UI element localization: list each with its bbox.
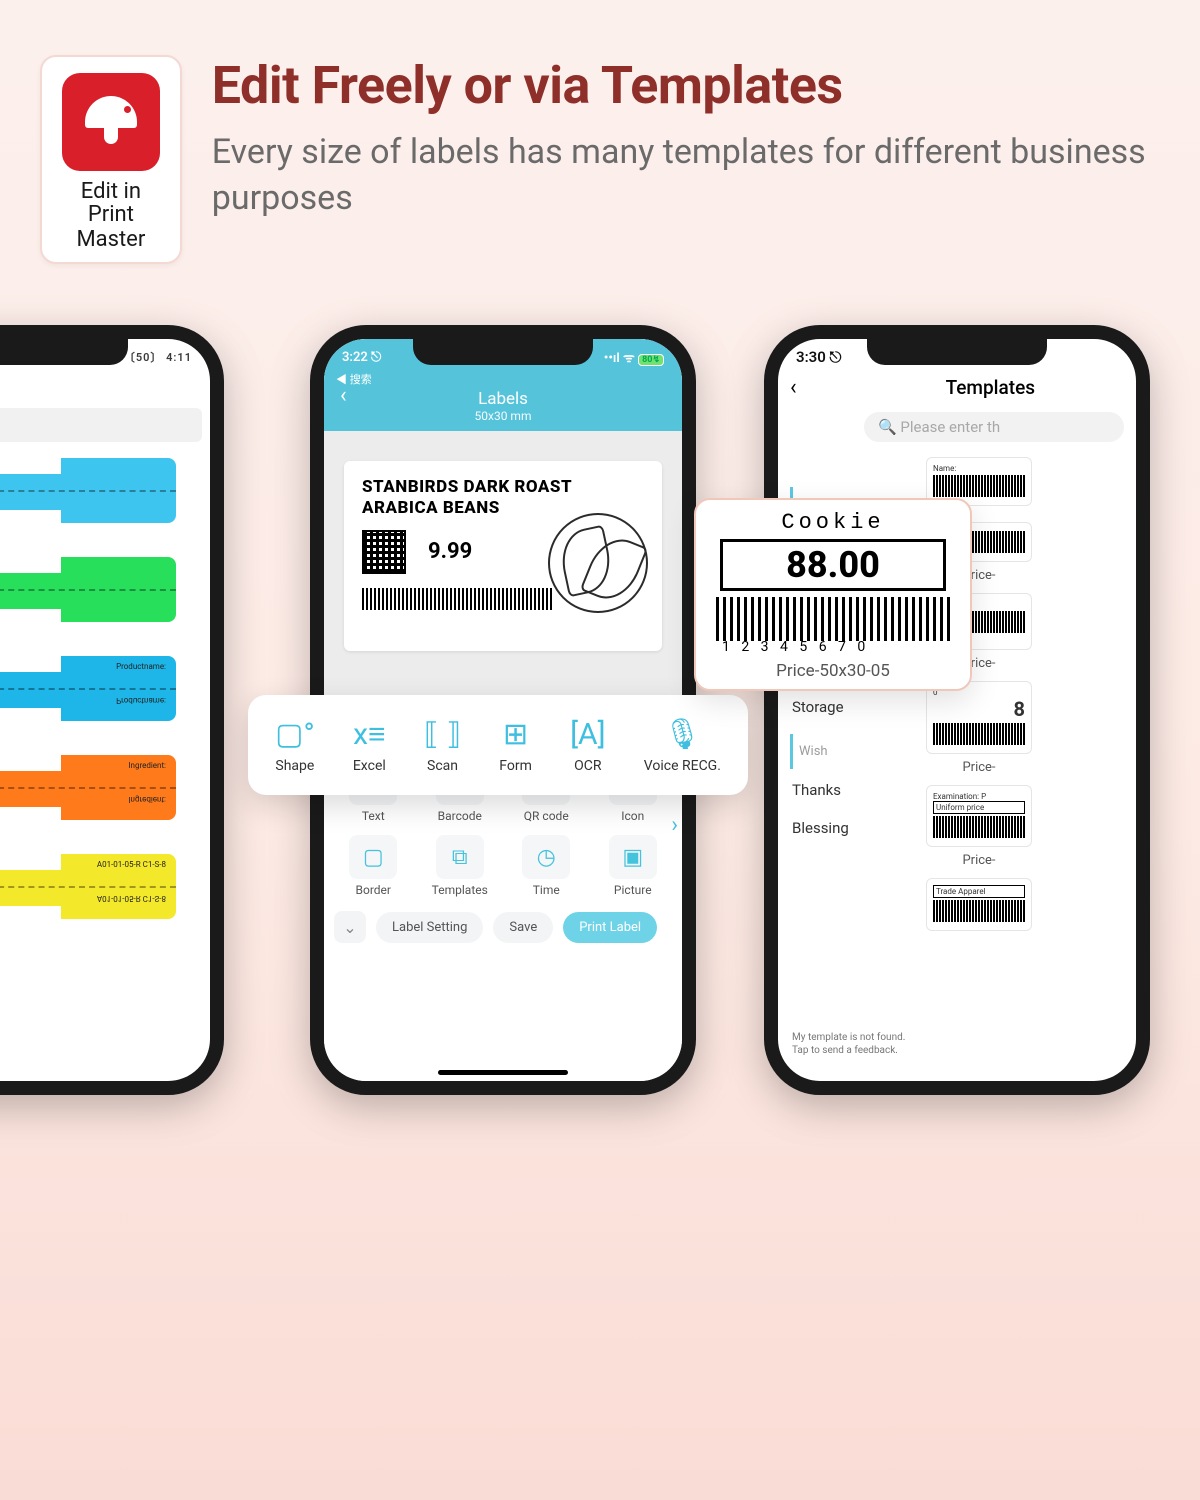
template-caption: Price- (926, 758, 1032, 785)
hero-subtitle: Every size of labels has many templates … (212, 130, 1200, 222)
label-line2: ARABICA BEANS (362, 498, 500, 518)
leaf-icon (548, 513, 648, 613)
app-caption-1: Edit in (56, 179, 166, 204)
back-icon[interactable]: ‹ (790, 375, 797, 400)
preview-size: Price-50x30-05 (712, 661, 954, 681)
strip-form[interactable]: ⊞Form (499, 717, 532, 774)
tool-border[interactable]: ▢Border (330, 831, 417, 901)
search-input[interactable]: ase enter the keyword (0, 408, 202, 442)
feedback-link[interactable]: My template is not found.Tap to send a f… (792, 1032, 905, 1057)
paper-item[interactable]: Productname:Productname: Cable25x38+40 (0, 656, 210, 745)
hero-title: Edit Freely or via Templates (212, 55, 1200, 116)
template-card[interactable]: Examination: P Uniform price (926, 785, 1032, 847)
category-item[interactable]: Blessing (790, 809, 900, 847)
barcode-icon (716, 597, 950, 641)
category-item[interactable]: Storage (790, 688, 900, 726)
app-icon (62, 73, 160, 171)
status-time: 3:22 ⎋ (342, 350, 381, 365)
strip-scan[interactable]: ⟦ ⟧Scan (424, 717, 461, 774)
signal-icon: ••ıl ᯤ (604, 351, 635, 366)
template-card[interactable]: 0 8 (926, 681, 1032, 754)
category-header: Wish (790, 734, 900, 769)
more-button[interactable]: ⌄ (334, 911, 366, 943)
strip-voicerecg[interactable]: 🎙Voice RECG. (644, 717, 721, 774)
tool-templates[interactable]: ⧉Templates (417, 831, 504, 901)
label-line1: STANBIRDS DARK ROAST (362, 477, 572, 497)
paper-item[interactable]: A01-01-05-R C1-S-8A01-01-05-R C1-S-8 (0, 854, 210, 925)
strip-excel[interactable]: x≡Excel (353, 717, 386, 774)
strip-ocr[interactable]: [A]OCR (570, 717, 605, 774)
template-caption: Price- (926, 851, 1032, 878)
app-caption-2: Print Master (56, 202, 166, 252)
strip-shape[interactable]: ▢°Shape (275, 717, 315, 774)
label-price: 9.99 (428, 539, 472, 564)
header-size: 50x30 mm (324, 409, 682, 423)
back-icon[interactable]: ‹ (340, 383, 347, 408)
qr-icon (362, 530, 406, 574)
category-item[interactable]: Thanks (790, 771, 900, 809)
barcode-icon (362, 588, 552, 610)
label-setting-button[interactable]: Label Setting (376, 912, 483, 943)
tool-picture[interactable]: ▣Picture (590, 831, 677, 901)
paper-item[interactable]: Ingredient:Ingredient: Red 25x38+40 (0, 755, 210, 844)
barcode-digits: 1 2 3 4 5 6 7 0 (712, 639, 954, 655)
preview-name: Cookie (712, 510, 954, 535)
status-time: 3:30 ⎋ (796, 348, 841, 366)
template-card[interactable]: Trade Apparel (926, 878, 1032, 931)
template-preview-card: Cookie 88.00 1 2 3 4 5 6 7 0 Price-50x30… (694, 498, 972, 691)
template-caption (926, 935, 1032, 947)
tool-strip: ▢°Shape x≡Excel ⟦ ⟧Scan ⊞Form [A]OCR 🎙Voice R… (248, 695, 748, 795)
paper-item[interactable]: Blue 25X38+40 (0, 458, 210, 547)
header-title: Labels (324, 389, 682, 409)
phone-left: ⁺ ✱ ⋮ 〔50〕 4:11 abel paper ase enter the… (0, 325, 224, 1095)
header-title: Templates (857, 376, 1124, 399)
print-label-button[interactable]: Print Label (563, 912, 657, 943)
paper-item[interactable]: green 25X38+40 (0, 557, 210, 646)
save-button[interactable]: Save (493, 912, 553, 943)
home-indicator (438, 1070, 568, 1075)
app-card: Edit in Print Master (40, 55, 182, 264)
tool-time[interactable]: ◷Time (503, 831, 590, 901)
battery-icon: 80↯ (638, 354, 664, 366)
label-canvas[interactable]: STANBIRDS DARK ROASTARABICA BEANS 9.99 (324, 431, 682, 701)
chevron-right-icon[interactable]: › (671, 813, 678, 838)
page-title: abel paper (0, 369, 210, 408)
preview-price: 88.00 (723, 544, 943, 586)
phone-right: 3:30 ⎋ ‹ Templates 🔍 Please enter th Pri… (764, 325, 1150, 1095)
search-input[interactable]: 🔍 Please enter th (864, 412, 1124, 442)
